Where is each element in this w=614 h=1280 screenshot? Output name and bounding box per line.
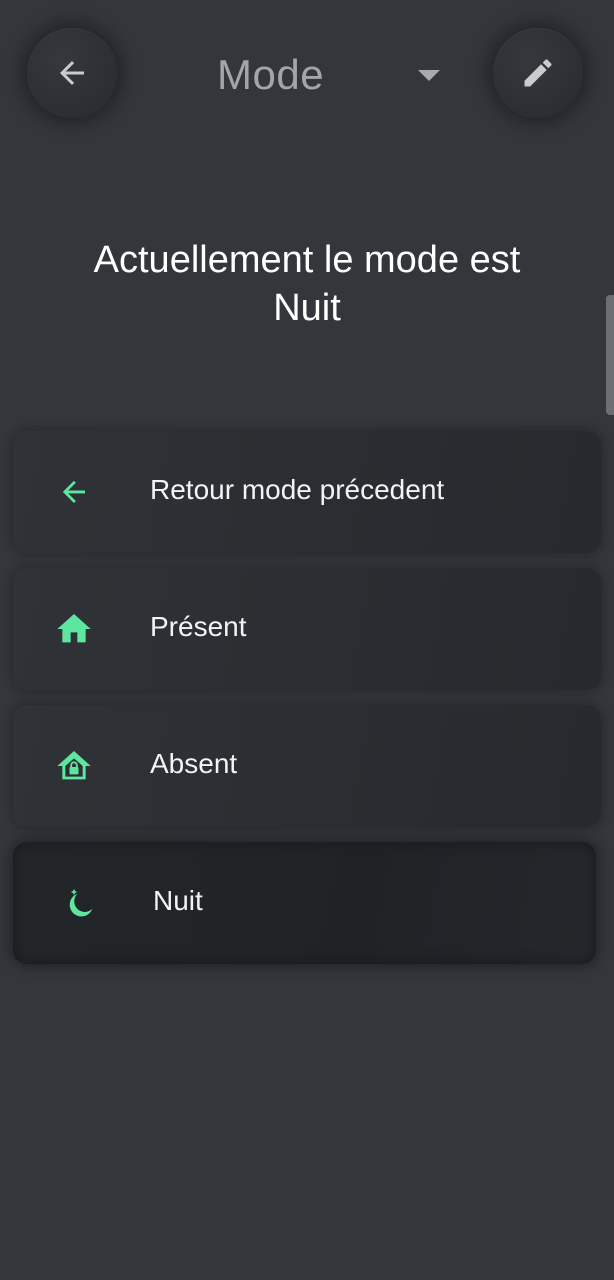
mode-item-label: Retour mode précedent: [150, 474, 445, 505]
arrow-left-icon: [62, 480, 85, 503]
back-button[interactable]: [27, 28, 117, 118]
screen: Mode Actuellement le mode est Nuit Retou…: [0, 0, 614, 1280]
current-mode-status: Actuellement le mode est Nuit: [0, 236, 614, 332]
home-icon: [57, 614, 91, 643]
pencil-icon: [524, 59, 552, 87]
status-line: Actuellement le mode est: [93, 239, 521, 281]
scrollbar[interactable]: [606, 295, 614, 415]
mode-item-absent[interactable]: Absent: [13, 705, 601, 827]
mode-item-previous[interactable]: Retour mode précedent: [13, 431, 601, 553]
mode-item-label: Nuit: [153, 885, 203, 916]
page-title: Mode: [217, 51, 325, 98]
chevron-down-icon: [418, 70, 440, 81]
arrow-left-icon: [60, 61, 84, 85]
status-mode-value: Nuit: [273, 287, 341, 329]
mode-item-label: Présent: [150, 611, 247, 642]
mode-selector[interactable]: Mode: [200, 44, 460, 106]
moon-icon: [69, 888, 93, 917]
edit-button[interactable]: [493, 28, 583, 118]
mode-item-label: Absent: [150, 748, 238, 779]
mode-item-present[interactable]: Présent: [13, 568, 601, 690]
home-lock-icon: [57, 751, 91, 780]
mode-item-night[interactable]: Nuit: [13, 842, 596, 964]
